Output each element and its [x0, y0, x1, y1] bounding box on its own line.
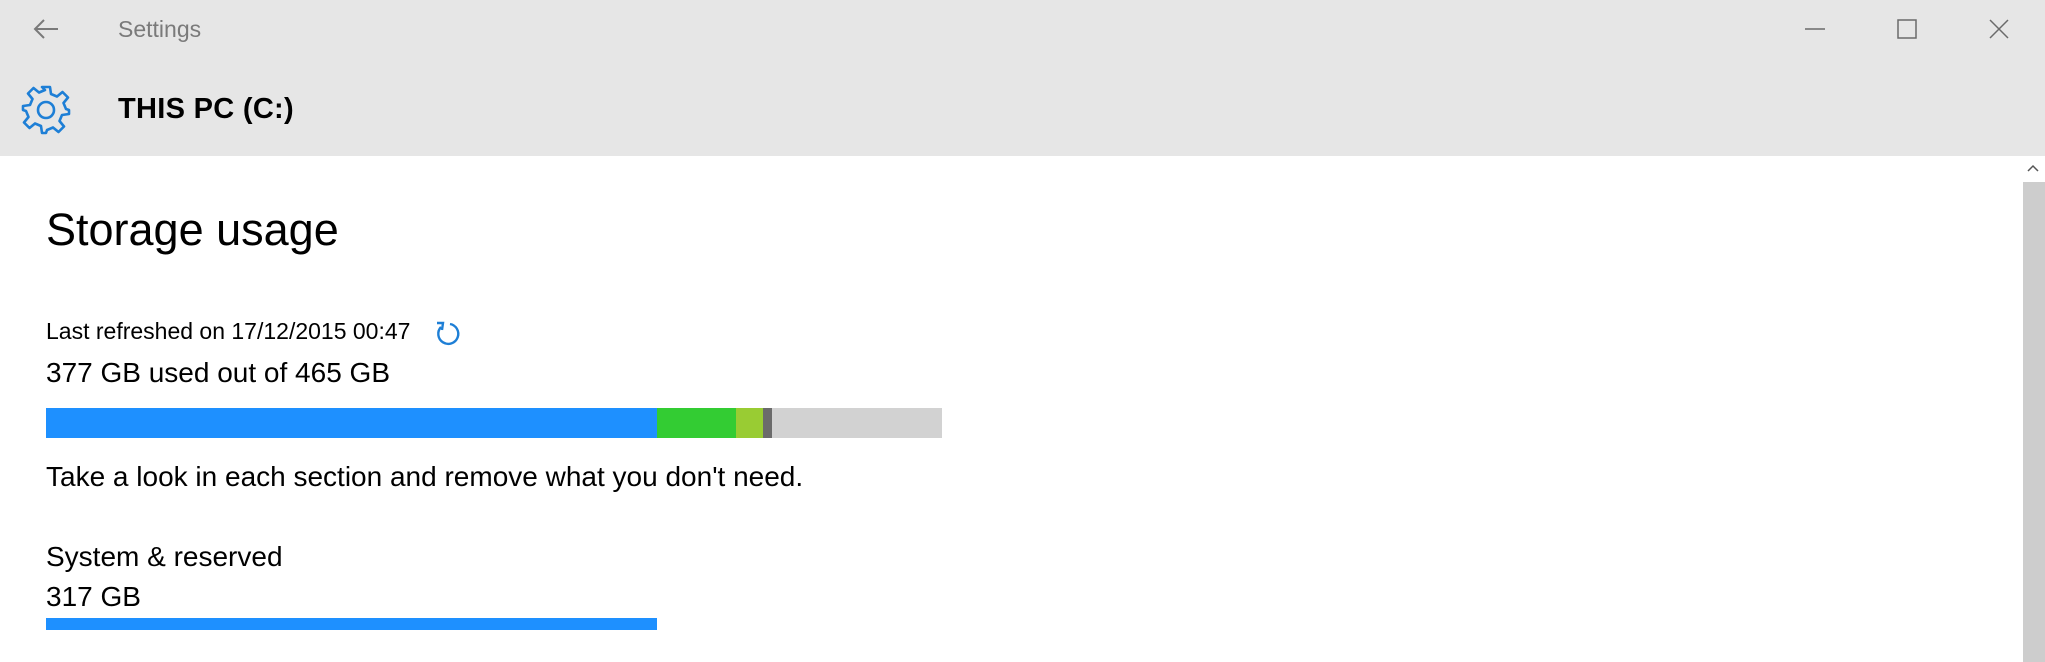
refresh-row: Last refreshed on 17/12/2015 00:47 — [46, 312, 464, 350]
usage-segment — [762, 408, 773, 438]
settings-window: Settings THIS PC (C:) Storage usage Last… — [0, 0, 2045, 662]
minimize-icon — [1805, 28, 1825, 30]
page-header: THIS PC (C:) — [0, 78, 2045, 138]
usage-segment — [46, 408, 657, 438]
back-arrow-icon — [33, 19, 58, 39]
category-size: 317 GB — [46, 581, 141, 612]
maximize-icon — [1897, 19, 1917, 39]
window-controls — [1769, 0, 2045, 58]
back-button[interactable] — [22, 8, 70, 50]
refresh-icon — [437, 321, 460, 346]
category-name[interactable]: System & reserved — [46, 540, 283, 574]
minimize-button[interactable] — [1769, 0, 1861, 58]
category-bar — [46, 618, 942, 630]
category-bar-fill — [46, 618, 657, 630]
page-title: THIS PC (C:) — [118, 93, 294, 125]
scroll-up-button[interactable] — [2021, 156, 2045, 180]
refresh-button[interactable] — [432, 318, 464, 350]
maximize-button[interactable] — [1861, 0, 1953, 58]
storage-usage-bar — [46, 408, 942, 438]
title-bar: Settings — [0, 0, 2045, 58]
usage-summary: 377 GB used out of 465 GB — [46, 357, 391, 388]
close-icon — [1989, 19, 2009, 39]
last-refreshed-text: Last refreshed on 17/12/2015 00:47 — [46, 318, 411, 344]
section-heading: Storage usage — [46, 204, 339, 255]
usage-segment — [735, 408, 763, 438]
scroll-thumb[interactable] — [2023, 182, 2045, 662]
main-content: Storage usage Last refreshed on 17/12/20… — [46, 156, 2006, 662]
close-button[interactable] — [1953, 0, 2045, 58]
chevron-up-icon — [2027, 164, 2039, 172]
usage-segment — [656, 408, 736, 438]
gear-icon — [21, 85, 71, 135]
advice-text: Take a look in each section and remove w… — [46, 461, 804, 492]
app-title: Settings — [118, 16, 202, 42]
vertical-scrollbar[interactable] — [2021, 156, 2045, 662]
